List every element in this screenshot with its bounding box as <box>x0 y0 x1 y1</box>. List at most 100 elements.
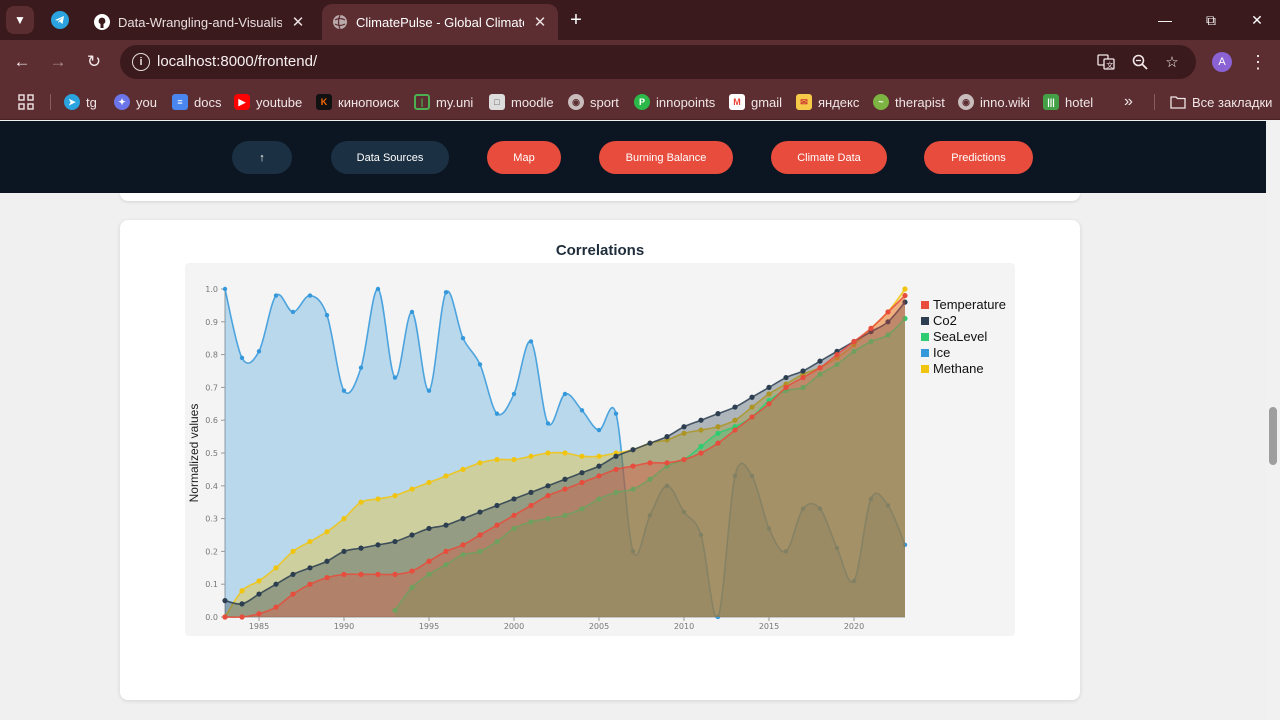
point-temperature <box>307 581 313 587</box>
bookmark-sport[interactable]: ◉ sport <box>568 92 619 112</box>
bookmark-myuni[interactable]: | my.uni <box>414 92 473 112</box>
point-methane <box>409 486 415 492</box>
globe-icon: ◉ <box>958 94 974 110</box>
point-ice <box>596 427 602 433</box>
correlations-chart: 1985 1990 1995 2000 2005 2010 2015 2020 0.0 0.1 0.… <box>187 285 1006 631</box>
pinned-tab-telegram[interactable] <box>46 8 74 32</box>
bookmark-label: Все закладки <box>1192 94 1273 110</box>
tab-github[interactable]: Data-Wrangling-and-Visualisati ✕ <box>84 4 316 40</box>
new-tab-button[interactable]: + <box>564 8 588 32</box>
hotel-icon: ||| <box>1043 94 1059 110</box>
point-co2 <box>358 545 364 551</box>
point-temperature <box>290 591 296 597</box>
point-co2 <box>239 601 245 607</box>
point-ice <box>409 309 415 315</box>
scroll-top-button[interactable]: ↑ <box>232 141 292 174</box>
bookmark-innopoints[interactable]: Pinnopoints <box>634 92 715 112</box>
all-bookmarks-folder[interactable]: Все закладки <box>1170 92 1272 112</box>
bookmark-youtube[interactable]: ▶ youtube <box>234 92 302 112</box>
bookmark-hotel[interactable]: ||| hotel <box>1043 92 1093 112</box>
tab-search-button[interactable]: ▼ <box>6 6 34 34</box>
forward-button[interactable]: → <box>46 50 70 74</box>
point-methane <box>290 548 296 554</box>
point-ice <box>307 293 313 298</box>
bookmark-kinopoisk[interactable]: Kкинопоиск <box>316 92 399 112</box>
point-methane <box>511 456 517 463</box>
point-co2 <box>426 525 432 532</box>
bookmark-yandex[interactable]: ✉ яндекс <box>796 92 859 112</box>
close-icon[interactable]: ✕ <box>290 13 306 31</box>
site-navigation: ↑ Data Sources Map Burning Balance Clima… <box>0 121 1266 193</box>
address-bar[interactable]: i localhost:8000/frontend/ 文 ☆ <box>120 45 1196 79</box>
point-ice <box>528 339 534 344</box>
point-ice <box>290 309 296 315</box>
point-temperature <box>698 450 704 456</box>
point-temperature <box>511 512 517 518</box>
chart-title: Correlations <box>555 242 645 259</box>
point-temperature <box>868 325 874 331</box>
bookmark-label: кинопоиск <box>338 94 400 110</box>
tab-climatepulse[interactable]: ClimatePulse - Global Climate C ✕ <box>322 4 558 40</box>
y-tick-label: 0.1 <box>205 580 218 589</box>
page-scrollbar[interactable] <box>1266 121 1280 720</box>
y-tick-label: 0.7 <box>205 383 218 392</box>
bookmarks-bar: ➤ tg ✦ you ≡ docs ▶ youtube Kкинопоиск | my.u… <box>0 84 1280 120</box>
bookmark-label: you <box>136 94 157 110</box>
x-tick-label: 1985 <box>249 622 269 631</box>
more-bookmarks-button[interactable]: » <box>1124 92 1133 112</box>
bookmark-therapist[interactable]: ~ therapist <box>873 92 945 112</box>
y-tick-label: 0.6 <box>205 416 218 425</box>
point-temperature <box>477 532 483 538</box>
scrollbar-thumb[interactable] <box>1269 407 1277 465</box>
restore-button[interactable]: ⧉ <box>1196 8 1226 32</box>
close-icon[interactable]: ✕ <box>532 13 548 31</box>
bookmark-innowiki[interactable]: ◉ inno.wiki <box>958 92 1030 112</box>
point-co2 <box>800 368 806 374</box>
minimize-button[interactable]: — <box>1150 8 1180 32</box>
point-temperature <box>256 611 262 617</box>
menu-icon[interactable]: ⋮ <box>1248 50 1268 74</box>
bookmark-docs[interactable]: ≡ docs <box>172 92 221 112</box>
apps-icon[interactable] <box>18 92 34 112</box>
point-co2 <box>596 463 602 469</box>
point-ice <box>477 362 483 367</box>
reload-button[interactable]: ↻ <box>82 50 106 74</box>
climate-data-button[interactable]: Climate Data <box>771 141 887 174</box>
avatar[interactable]: A <box>1212 52 1232 72</box>
point-temperature <box>851 338 857 345</box>
point-methane <box>443 473 449 479</box>
y-tick-label: 0.5 <box>205 449 218 458</box>
point-temperature <box>902 292 908 299</box>
x-tick-label: 1990 <box>334 622 354 631</box>
data-sources-button[interactable]: Data Sources <box>331 141 449 174</box>
bookmark-you[interactable]: ✦ you <box>114 92 157 112</box>
url-text[interactable]: localhost:8000/frontend/ <box>157 53 317 70</box>
correlations-card: Correlations 1985 1990 1995 2000 2005 2010 201… <box>120 220 1080 700</box>
x-tick-label: 1995 <box>419 622 439 631</box>
point-co2 <box>698 417 704 423</box>
bookmark-gmail[interactable]: Mgmail <box>729 92 782 112</box>
info-icon[interactable]: i <box>132 53 150 71</box>
point-ice <box>375 286 381 292</box>
chevron-down-icon: ▼ <box>14 13 26 27</box>
point-methane <box>256 578 262 584</box>
predictions-button[interactable]: Predictions <box>924 141 1033 174</box>
point-methane <box>324 529 330 535</box>
docs-icon: ≡ <box>172 94 188 110</box>
point-ice <box>358 365 364 370</box>
translate-icon[interactable]: 文 <box>1096 53 1116 71</box>
bookmark-label: inno.wiki <box>980 94 1030 110</box>
point-ice <box>324 313 330 318</box>
zoom-icon[interactable] <box>1130 53 1150 71</box>
restore-icon: ⧉ <box>1206 11 1216 28</box>
star-icon[interactable]: ☆ <box>1162 53 1182 71</box>
burning-balance-button[interactable]: Burning Balance <box>599 141 733 174</box>
point-temperature <box>460 542 466 548</box>
bookmark-moodle[interactable]: □ moodle <box>489 92 554 112</box>
map-button[interactable]: Map <box>487 141 561 174</box>
kinopoisk-icon: K <box>316 94 332 110</box>
close-window-button[interactable]: ✕ <box>1242 8 1272 32</box>
bookmark-tg[interactable]: ➤ tg <box>64 92 97 112</box>
y-tick-label: 0.3 <box>205 515 218 524</box>
back-button[interactable]: ← <box>10 50 34 74</box>
